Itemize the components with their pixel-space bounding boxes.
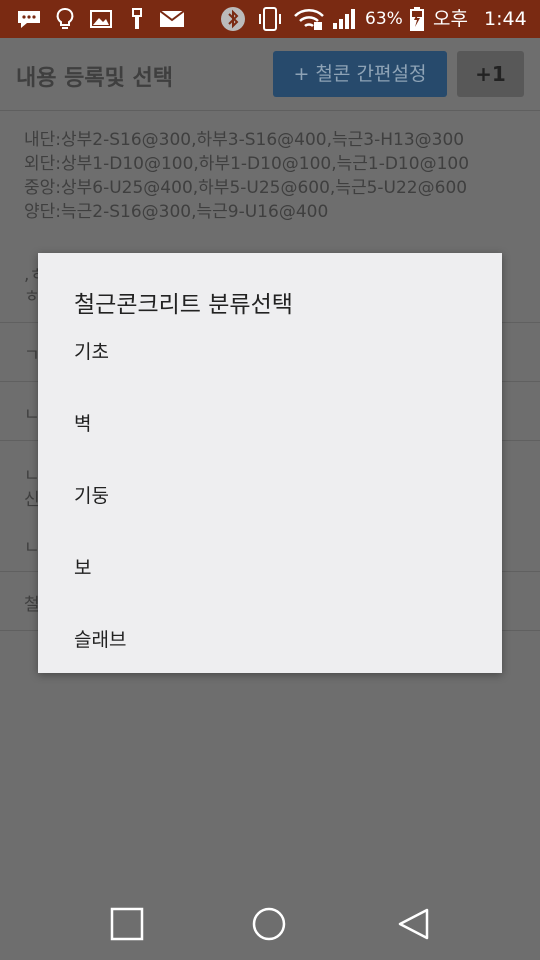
option-label: 슬래브 — [74, 629, 127, 651]
dialog-title: 철근콘크리트 분류선택 — [74, 292, 293, 318]
lightbulb-icon — [54, 6, 76, 32]
background-content: 내단:상부2-S16@300,하부3-S16@400,늑근3-H13@300 외… — [0, 110, 540, 224]
summary-line: 내단:상부2-S16@300,하부3-S16@400,늑근3-H13@300 — [24, 130, 465, 150]
option-label: 기둥 — [74, 485, 109, 507]
option-label: 기초 — [74, 341, 109, 363]
back-icon[interactable] — [394, 904, 434, 944]
option-label: 벽 — [74, 413, 92, 435]
chat-notification-icon — [14, 6, 44, 32]
recent-apps-icon[interactable] — [107, 904, 147, 944]
category-select-dialog: 철근콘크리트 분류선택 기초 벽 기둥 보 슬래브 — [38, 253, 502, 673]
mail-icon — [158, 6, 186, 32]
rebar-summary: 내단:상부2-S16@300,하부3-S16@400,늑근3-H13@300 외… — [0, 110, 540, 224]
home-icon[interactable] — [249, 904, 289, 944]
bluetooth-icon — [219, 6, 247, 32]
option-beam[interactable]: 보 — [38, 537, 502, 597]
ampm-label: 오후 — [433, 8, 468, 30]
rebar-preset-button[interactable]: + 철콘 간편설정 — [273, 51, 447, 97]
wifi-icon — [292, 6, 326, 32]
option-foundation[interactable]: 기초 — [38, 321, 502, 381]
vibrate-icon — [255, 6, 285, 32]
signal-icon — [330, 6, 360, 32]
option-slab[interactable]: 슬래브 — [38, 609, 502, 669]
option-column[interactable]: 기둥 — [38, 465, 502, 525]
summary-line: 외단:상부1-D10@100,하부1-D10@100,늑근1-D10@100 — [24, 154, 470, 174]
page-title: 내용 등록및 선택 — [16, 66, 173, 91]
battery-charging-icon — [408, 6, 426, 32]
option-label: 보 — [74, 557, 92, 579]
image-icon — [88, 6, 114, 32]
plus-one-button[interactable]: +1 — [457, 51, 524, 97]
summary-line: 중앙:상부6-U25@400,하부5-U25@600,늑근5-U22@600 — [24, 178, 468, 198]
option-wall[interactable]: 벽 — [38, 393, 502, 453]
summary-line: 양단:늑근2-S16@300,늑근9-U16@400 — [24, 202, 329, 222]
clock-time: 1:44 — [484, 8, 527, 30]
navigation-bar — [0, 888, 540, 960]
usb-icon — [126, 6, 148, 32]
battery-percent: 63% — [365, 9, 403, 29]
status-bar: 63% 오후 1:44 — [0, 0, 540, 38]
app-bar: 내용 등록및 선택 + 철콘 간편설정 +1 — [0, 38, 540, 111]
